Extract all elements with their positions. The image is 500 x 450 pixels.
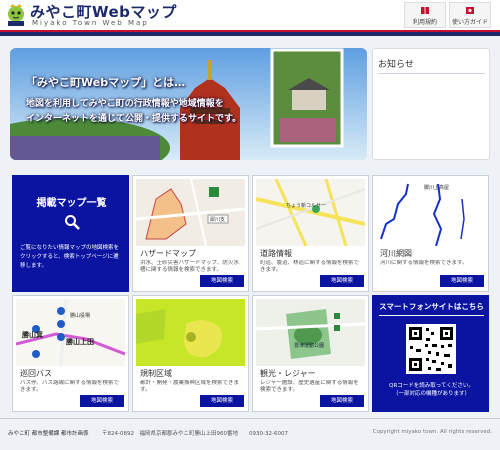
- town-mascot-logo-icon: [8, 4, 24, 26]
- terms-label: 利用規約: [412, 19, 437, 26]
- road-map-label: ちょう新コルサー: [286, 202, 326, 209]
- tile-regulation: 規制区域 都計・開発・農業振興区域を検索できます。 地図検索: [132, 295, 249, 412]
- river-map-thumbnail: 脚川上高屋: [376, 179, 485, 246]
- terms-button[interactable]: 利用規約: [404, 2, 446, 28]
- site-subtitle: Miyako Town Web Map: [32, 19, 149, 27]
- tourism-map-label: 豊津運動公園: [294, 342, 324, 349]
- tile-title: 河川網図: [380, 249, 412, 258]
- tile-desc: レジャー施設、歴史遺産に関する情報を検索できます。: [260, 380, 359, 393]
- guide-button[interactable]: 使い方ガイド: [449, 2, 491, 28]
- hazard-map-label: 犀川支: [210, 216, 225, 223]
- footer-address: 〒824-0892 福岡県京都郡みやこ町勝山上田960番地 0930-32-60…: [102, 431, 288, 437]
- tile-title: 巡回バス: [20, 369, 52, 378]
- tile-title: 道路情報: [260, 249, 292, 258]
- site-header: みやこ町Webマップ Miyako Town Web Map 利用規約 使い方ガ…: [0, 0, 500, 30]
- footer-copyright: Copyright miyako town. All rights reserv…: [372, 429, 492, 435]
- header-bar: [0, 30, 500, 36]
- smartphone-desc: QRコードを読み取ってください。 （一部対応の機種があります）: [373, 382, 490, 398]
- guide-label: 使い方ガイド: [451, 19, 488, 26]
- guide-book-icon: [466, 7, 474, 14]
- map-search-button[interactable]: 地図検索: [440, 275, 484, 287]
- news-panel: お知らせ: [372, 48, 490, 160]
- book-icon: [421, 7, 429, 14]
- news-title: お知らせ: [378, 60, 414, 70]
- tile-title: 規制区域: [140, 369, 172, 378]
- tile-desc: 河川に関する情報を検索できます。: [380, 260, 468, 266]
- hero-text-line1: 地図を利用してみやこ町の行政情報や地域情報を: [26, 99, 224, 109]
- footer-organization: みやこ町 都市整備課 都市計画係: [8, 431, 89, 437]
- tile-hazard: 犀川支 ハザードマップ 洪水、土砂災害ハザードマップ、防火水槽に関する情報を検索…: [132, 175, 249, 292]
- road-map-thumbnail: ちょう新コルサー: [256, 179, 365, 246]
- map-search-button[interactable]: 地図検索: [320, 275, 364, 287]
- smartphone-divider: [379, 315, 484, 316]
- tile-desc: バス停、バス路線に関する情報を検索できます。: [20, 380, 120, 393]
- map-search-button[interactable]: 地図検索: [80, 395, 124, 407]
- tile-desc: 都計・開発・農業振興区域を検索できます。: [140, 380, 240, 393]
- smartphone-title: スマートフォンサイトはこちら: [379, 302, 484, 311]
- map-list-title: 掲載マップ一覧: [36, 198, 107, 209]
- tile-river: 脚川上高屋 河川網図 河川に関する情報を検索できます。 地図検索: [372, 175, 489, 292]
- bus-map-label2: 勝山上田: [66, 337, 94, 346]
- map-search-button[interactable]: 地図検索: [320, 395, 364, 407]
- map-search-button[interactable]: 地図検索: [200, 275, 244, 287]
- search-icon: [65, 215, 80, 230]
- hazard-map-thumbnail: 犀川支: [136, 179, 245, 246]
- map-search-button[interactable]: 地図検索: [200, 395, 244, 407]
- smartphone-desc-line1: QRコードを読み取ってください。: [389, 383, 474, 389]
- map-list-tile[interactable]: 掲載マップ一覧 ご覧になりたい情報マップの地図検索をクリックすると、検索トップペ…: [12, 175, 129, 292]
- site-footer: みやこ町 都市整備課 都市計画係 〒824-0892 福岡県京都郡みやこ町勝山上…: [0, 418, 500, 450]
- tourism-map-thumbnail: 豊津運動公園: [256, 299, 365, 366]
- qr-code-icon: [406, 324, 456, 374]
- tile-title: 観光・レジャー: [260, 369, 316, 378]
- tile-desc: 町道、農道、林道に関する情報を検索できます。: [260, 260, 360, 273]
- smartphone-desc-line2: （一部対応の機種があります）: [392, 391, 470, 397]
- tile-desc: 洪水、土砂災害ハザードマップ、防火水槽に関する情報を検索できます。: [140, 260, 239, 273]
- hero-text-line2: インターネットを通じて公開・提供するサイトです。: [26, 114, 242, 124]
- map-list-desc: ご覧になりたい情報マップの地図検索をクリックすると、検索トップページに遷移します…: [20, 245, 120, 269]
- bus-map-thumbnail: 勝山箕 勝山上田 勝山役場: [16, 299, 125, 366]
- smartphone-tile[interactable]: スマートフォンサイトはこちら QRコードを読み取ってください。 （一部対応の機種…: [372, 295, 489, 412]
- hero-banner: 「みやこ町Webマップ」とは… 地図を利用してみやこ町の行政情報や地域情報を イ…: [10, 48, 367, 160]
- hero-heading: 「みやこ町Webマップ」とは…: [26, 76, 186, 89]
- tile-title: ハザードマップ: [140, 249, 196, 258]
- bus-map-label1: 勝山箕: [22, 330, 43, 339]
- news-divider: [378, 73, 485, 74]
- river-map-label: 脚川上高屋: [424, 184, 449, 191]
- tile-road: ちょう新コルサー 道路情報 町道、農道、林道に関する情報を検索できます。 地図検…: [252, 175, 369, 292]
- regulation-map-thumbnail: [136, 299, 245, 366]
- bus-map-label3: 勝山役場: [70, 312, 90, 319]
- tile-tourism: 豊津運動公園 観光・レジャー レジャー施設、歴史遺産に関する情報を検索できます。…: [252, 295, 369, 412]
- tile-bus: 勝山箕 勝山上田 勝山役場 巡回バス バス停、バス路線に関する情報を検索できます…: [12, 295, 129, 412]
